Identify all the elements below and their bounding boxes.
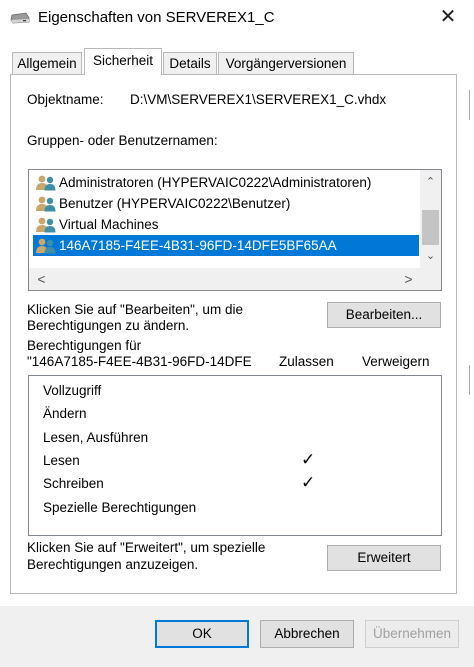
permission-row-label: Spezielle Berechtigungen — [43, 500, 197, 515]
advanced-hint-line2: Berechtigungen anzuzeigen. — [27, 557, 199, 572]
user-group-icon — [36, 175, 56, 191]
edit-hint-line1: Klicken Sie auf "Bearbeiten", um die — [27, 302, 243, 317]
groups-label: Gruppen- oder Benutzernamen: — [27, 133, 218, 148]
list-item[interactable]: Administratoren (HYPERVAIC0222\Administr… — [33, 172, 419, 193]
deny-column-header: Verweigern — [362, 354, 430, 369]
user-group-icon — [36, 196, 56, 212]
permissions-list: Vollzugriff Ändern Lesen, Ausführen Lese… — [28, 375, 442, 536]
ok-button[interactable]: OK — [155, 620, 249, 648]
apply-button[interactable]: Übernehmen — [365, 620, 459, 648]
tab-vorgaengerversionen[interactable]: Vorgängerversionen — [218, 52, 354, 74]
list-item[interactable]: Benutzer (HYPERVAIC0222\Benutzer) — [33, 193, 419, 214]
window-edge — [469, 365, 474, 395]
permission-row-label: Vollzugriff — [43, 383, 102, 398]
scroll-right-icon[interactable]: > — [398, 269, 419, 289]
list-item-label: Administratoren (HYPERVAIC0222\Administr… — [59, 175, 372, 190]
edit-hint-line2: Berechtigungen zu ändern. — [27, 318, 190, 333]
list-item-label: Virtual Machines — [59, 217, 159, 232]
permissions-for-label: Berechtigungen für — [27, 338, 142, 353]
list-item-label: 146A7185-F4EE-4B31-96FD-14DFE5BF65AA — [59, 238, 337, 253]
cancel-button[interactable]: Abbrechen — [260, 620, 354, 648]
user-group-icon — [36, 238, 56, 254]
scroll-left-icon[interactable]: < — [31, 269, 52, 289]
permissions-principal-label: "146A7185-F4EE-4B31-96FD-14DFE — [27, 354, 252, 369]
edit-button[interactable]: Bearbeiten... — [327, 302, 441, 328]
object-name-value: D:\VM\SERVEREX1\SERVEREX1_C.vhdx — [130, 92, 387, 107]
horizontal-scrollbar[interactable]: < > — [29, 268, 441, 290]
tab-sicherheit[interactable]: Sicherheit — [84, 48, 162, 75]
list-item-selected[interactable]: 146A7185-F4EE-4B31-96FD-14DFE5BF65AA — [33, 235, 419, 256]
title-bar: Eigenschaften von SERVEREX1_C ✕ — [0, 0, 474, 36]
list-item-label: Benutzer (HYPERVAIC0222\Benutzer) — [59, 196, 291, 211]
advanced-hint-line1: Klicken Sie auf "Erweitert", um speziell… — [27, 540, 266, 555]
permission-row-label: Lesen, Ausführen — [43, 430, 149, 445]
advanced-button[interactable]: Erweitert — [327, 545, 441, 571]
allow-write-check-icon: ✓ — [301, 473, 316, 492]
allow-read-check-icon: ✓ — [301, 450, 316, 469]
scroll-up-icon[interactable]: ⌃ — [420, 172, 441, 192]
close-button[interactable]: ✕ — [430, 2, 466, 32]
window-edge — [469, 90, 474, 120]
object-name-label: Objektname: — [27, 92, 104, 107]
user-group-icon — [36, 217, 56, 233]
tab-allgemein[interactable]: Allgemein — [12, 52, 82, 74]
permission-row-label: Lesen — [43, 453, 80, 468]
window-title: Eigenschaften von SERVEREX1_C — [38, 9, 275, 26]
vertical-scroll-thumb[interactable] — [422, 210, 439, 245]
permission-row-label: Schreiben — [43, 476, 104, 491]
scroll-down-icon[interactable]: ⌄ — [420, 246, 441, 266]
permission-row-label: Ändern — [43, 406, 87, 421]
tab-details[interactable]: Details — [163, 52, 217, 74]
allow-column-header: Zulassen — [279, 354, 334, 369]
list-item[interactable]: Virtual Machines — [33, 214, 419, 235]
group-user-list[interactable]: Administratoren (HYPERVAIC0222\Administr… — [28, 169, 442, 291]
drive-icon — [10, 12, 30, 24]
